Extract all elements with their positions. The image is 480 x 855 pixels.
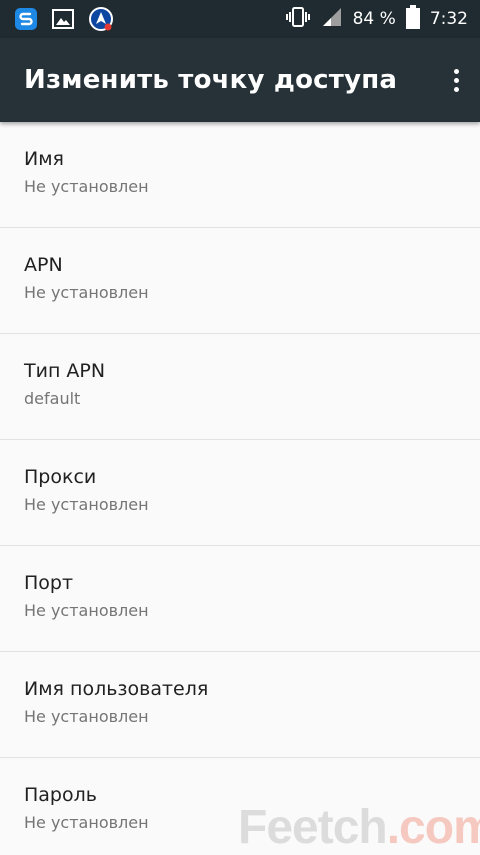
- item-summary: Не установлен: [24, 283, 149, 302]
- gallery-icon: [52, 9, 74, 29]
- settings-list: Имя Не установлен APN Не установлен Тип …: [0, 122, 480, 855]
- item-title: Имя пользователя: [24, 678, 209, 700]
- page-title: Изменить точку доступа: [24, 65, 398, 95]
- item-title: Имя: [24, 148, 64, 170]
- system-icons: 84 % 7:32: [275, 5, 468, 33]
- item-title: APN: [24, 254, 63, 276]
- list-item-apn[interactable]: APN Не установлен: [0, 228, 480, 334]
- s-app-icon: [14, 7, 38, 31]
- item-title: Порт: [24, 572, 74, 594]
- list-item-proxy[interactable]: Прокси Не установлен: [0, 440, 480, 546]
- notification-icons: [14, 6, 128, 32]
- status-bar: 84 % 7:32: [0, 0, 480, 38]
- more-vert-icon[interactable]: [444, 60, 468, 100]
- item-summary: Не установлен: [24, 601, 149, 620]
- clock: 7:32: [429, 9, 468, 29]
- item-summary: Не установлен: [24, 707, 149, 726]
- vibrate-icon: [285, 6, 311, 32]
- navigation-app-icon: [88, 6, 114, 32]
- battery-icon: [405, 5, 420, 33]
- app-bar: Изменить точку доступа: [0, 38, 480, 122]
- item-title: Прокси: [24, 466, 97, 488]
- battery-percent: 84 %: [352, 9, 396, 29]
- list-item-port[interactable]: Порт Не установлен: [0, 546, 480, 652]
- item-title: Тип APN: [24, 360, 106, 382]
- item-summary: Не установлен: [24, 495, 149, 514]
- list-item-password[interactable]: Пароль Не установлен: [0, 758, 480, 855]
- list-item-username[interactable]: Имя пользователя Не установлен: [0, 652, 480, 758]
- list-item-name[interactable]: Имя Не установлен: [0, 122, 480, 228]
- item-title: Пароль: [24, 784, 97, 806]
- item-summary: Не установлен: [24, 813, 149, 832]
- list-item-apn-type[interactable]: Тип APN default: [0, 334, 480, 440]
- signal-icon: [321, 6, 343, 32]
- item-summary: Не установлен: [24, 177, 149, 196]
- item-summary: default: [24, 389, 81, 408]
